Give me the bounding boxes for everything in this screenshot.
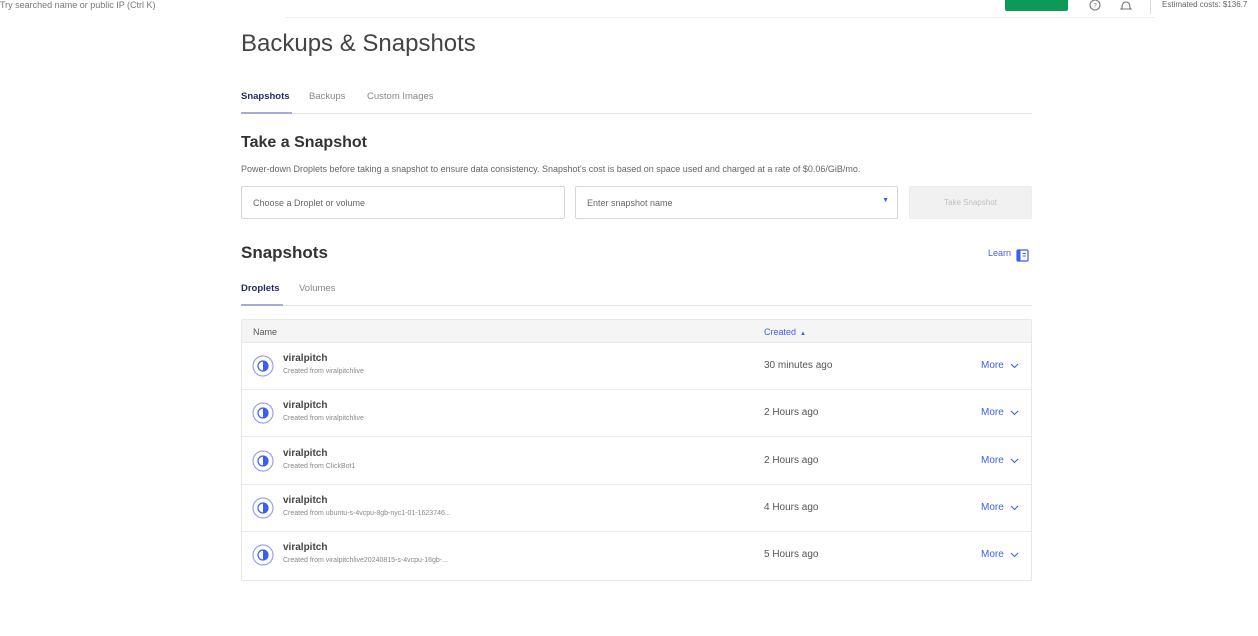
chevron-down-icon[interactable] [1010,408,1019,417]
snapshot-name: viralpitch [283,353,328,364]
more-button[interactable]: More [981,549,1004,560]
resource-select[interactable]: Choose a Droplet or volume [241,186,565,219]
column-name[interactable]: Name [253,327,277,337]
snapshot-created: 4 Hours ago [764,502,819,513]
snapshot-subtabs: Droplets Volumes [241,280,1032,306]
tab-backups[interactable]: Backups [309,91,345,102]
more-button[interactable]: More [981,502,1004,513]
estimated-costs[interactable]: Estimated costs: $136.7 [1162,0,1247,9]
tab-droplets[interactable]: Droplets [241,283,280,294]
snapshot-name-placeholder: Enter snapshot name [587,198,673,208]
snapshots-title: Snapshots [241,243,328,262]
snapshot-source: Created from viralpitchlive [283,368,364,375]
snapshots-table: Name Created ▲ viralpitch Created from vi… [241,319,1032,581]
snapshot-source: Created from ubuntu-s-4vcpu-8gb-nyc1-01-… [283,510,451,517]
learn-link[interactable]: Learn [988,248,1011,258]
table-row[interactable]: viralpitch Created from ubuntu-s-4vcpu-8… [242,485,1031,532]
resource-select-placeholder: Choose a Droplet or volume [253,198,366,208]
cost-divider [1150,0,1151,14]
table-row[interactable]: viralpitch Created from viralpitchlive 2… [242,390,1031,437]
tab-volumes[interactable]: Volumes [299,283,335,294]
take-snapshot-description: Power-down Droplets before taking a snap… [241,164,861,174]
search-hint[interactable]: Try searched name or public IP (Ctrl K) [0,0,156,10]
snapshot-created: 5 Hours ago [764,549,819,560]
column-created-label: Created [764,327,797,337]
active-subtab-indicator [241,304,283,306]
chevron-down-icon[interactable] [1010,456,1019,465]
table-header: Name Created ▲ [242,320,1031,343]
more-button[interactable]: More [981,455,1004,466]
tab-snapshots[interactable]: Snapshots [241,91,290,102]
snapshot-created: 2 Hours ago [764,455,819,466]
snapshot-icon [252,355,274,377]
snapshot-name-input[interactable]: Enter snapshot name ▼ [575,186,898,219]
create-button[interactable] [1005,0,1068,11]
sort-ascending-icon: ▲ [800,331,806,337]
take-snapshot-button[interactable]: Take Snapshot [909,186,1032,219]
page-title: Backups & Snapshots [241,30,476,57]
top-bar: Try searched name or public IP (Ctrl K) … [0,0,1258,18]
svg-text:?: ? [1093,4,1097,10]
caret-down-icon: ▼ [882,197,889,204]
snapshot-name: viralpitch [283,495,328,506]
help-icon[interactable]: ? [1088,0,1102,14]
page-tabs: Snapshots Backups Custom Images [241,89,1032,114]
chevron-down-icon[interactable] [1010,550,1019,559]
snapshot-created: 2 Hours ago [764,407,819,418]
chevron-down-icon[interactable] [1010,361,1019,370]
active-tab-indicator [241,112,292,114]
snapshot-name: viralpitch [283,542,328,553]
snapshot-created: 30 minutes ago [764,360,833,371]
snapshot-source: Created from viralpitchlive20240815-s-4v… [283,557,448,564]
table-row[interactable]: viralpitch Created from ClickBot1 2 Hour… [242,438,1031,485]
snapshot-icon [252,497,274,519]
table-row[interactable]: viralpitch Created from viralpitchlive20… [242,532,1031,579]
more-button[interactable]: More [981,360,1004,371]
table-row[interactable]: viralpitch Created from viralpitchlive 3… [242,343,1031,390]
more-button[interactable]: More [981,407,1004,418]
snapshot-source: Created from viralpitchlive [283,415,364,422]
tab-custom-images[interactable]: Custom Images [367,91,434,102]
snapshot-icon [252,450,274,472]
snapshot-icon [252,402,274,424]
snapshot-icon [252,544,274,566]
snapshot-name: viralpitch [283,400,328,411]
notification-icon[interactable] [1119,0,1133,14]
snapshot-name: viralpitch [283,448,328,459]
snapshot-source: Created from ClickBot1 [283,463,356,470]
top-bar-divider [285,17,1155,18]
take-snapshot-title: Take a Snapshot [241,134,367,151]
column-created[interactable]: Created ▲ [764,327,806,337]
book-icon[interactable] [1016,249,1029,262]
chevron-down-icon[interactable] [1010,503,1019,512]
table-body: viralpitch Created from viralpitchlive 3… [242,343,1031,580]
